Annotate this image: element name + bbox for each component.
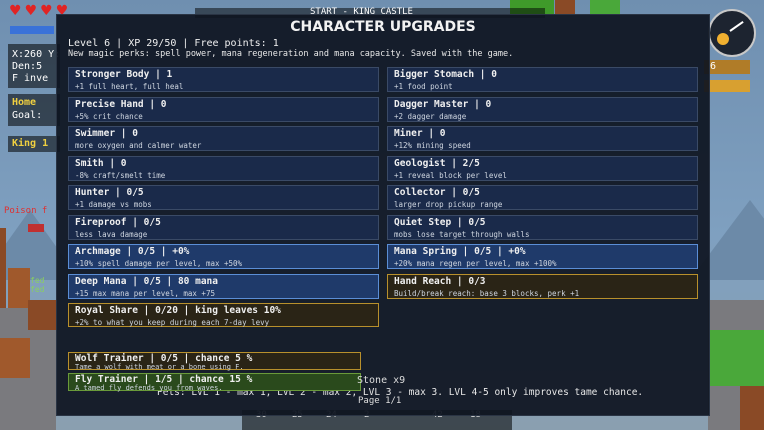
heart-icon: ♥	[40, 3, 53, 19]
upgrade-name: Fireproof | 0/5	[75, 216, 161, 228]
upgrade-name: Mana Spring | 0/5 | +0%	[394, 246, 526, 257]
dialog-title: CHARACTER UPGRADES	[290, 19, 476, 35]
upgrade-name: Archmage | 0/5 | +0%	[75, 246, 190, 257]
upgrade-name: Miner | 0	[394, 128, 446, 139]
upgrade-name: Precise Hand | 0	[75, 98, 167, 110]
dirt-block	[8, 268, 30, 308]
upgrade-card[interactable]: Collector | 0/5 larger drop pickup range	[387, 185, 698, 210]
upgrade-description: larger drop pickup range	[394, 200, 503, 209]
upgrade-description: A tamed fly defends you from waves.	[75, 384, 223, 392]
upgrade-description: -8% craft/smelt time	[75, 170, 166, 180]
pet-upgrade-card[interactable]: Wolf Trainer | 0/5 | chance 5 % Tame a wo…	[68, 352, 361, 371]
upgrade-card[interactable]: Hunter | 0/5 +1 damage vs mobs	[68, 185, 379, 210]
upgrade-card[interactable]: Quiet Step | 0/5 mobs lose target through…	[387, 214, 698, 240]
upgrade-name: Smith | 0	[75, 157, 127, 169]
upgrade-name: Hunter | 0/5	[75, 187, 144, 198]
upgrade-description: +1 food point	[394, 82, 453, 91]
dirt-block	[555, 0, 575, 14]
upgrade-card[interactable]: Hand Reach | 0/3 Build/break reach: base …	[387, 273, 698, 299]
poison-label: Poison f	[4, 206, 48, 216]
page-label: Page 1/1	[358, 396, 402, 406]
dirt-block	[740, 386, 764, 430]
item-tooltip: Stone x9	[357, 375, 406, 386]
upgrade-name: Swimmer | 0	[75, 128, 138, 139]
character-upgrades-dialog: CHARACTER UPGRADES Level 6 | XP 29/50 | …	[56, 14, 710, 416]
upgrade-name: Deep Mana | 0/5 | 80 mana	[75, 275, 218, 287]
upgrade-description: +10% spell damage per level, max +50%	[75, 259, 243, 268]
upgrade-card[interactable]: Stronger Body | 1 +1 full heart, full hea…	[68, 67, 379, 92]
fed-label: fed	[30, 276, 45, 285]
upgrade-card[interactable]: Miner | 0 +12% mining speed	[387, 126, 698, 151]
king-label: King 1	[12, 138, 49, 149]
heart-icon: ♥	[9, 3, 22, 19]
upgrade-card[interactable]: Precise Hand | 0 +5% crit chance	[68, 96, 379, 122]
upgrade-card[interactable]: Archmage | 0/5 | +0% +10% spell damage pe…	[68, 244, 379, 269]
mana-bar	[10, 26, 54, 34]
side-bar	[704, 80, 750, 92]
coords-readout: X:260 Y:	[12, 49, 61, 60]
den-readout: Den:5	[12, 61, 43, 72]
upgrade-card[interactable]: Smith | 0 -8% craft/smelt time	[68, 155, 379, 181]
leaf-block	[590, 0, 620, 14]
upgrade-description: +20% mana regen per level, max +100%	[394, 259, 557, 268]
upgrade-description: +15 max mana per level, max +75	[75, 288, 215, 298]
upgrade-description: Build/break reach: base 3 blocks, perk +…	[394, 288, 580, 298]
side-counter: 6	[704, 60, 750, 74]
home-label: Home	[12, 97, 37, 108]
upgrade-description: +2 dagger damage	[394, 111, 467, 121]
day-clock	[708, 9, 756, 57]
upgrade-name: Dagger Master | 0	[394, 98, 492, 110]
upgrade-description: +1 full heart, full heal	[75, 82, 184, 91]
pet-upgrade-card[interactable]: Fly Trainer | 1/5 | chance 15 % A tamed f…	[68, 373, 361, 392]
upgrade-card[interactable]: Deep Mana | 0/5 | 80 mana +15 max mana pe…	[68, 273, 379, 299]
upgrade-card[interactable]: Dagger Master | 0 +2 dagger damage	[387, 96, 698, 122]
upgrade-card[interactable]: Swimmer | 0 more oxygen and calmer water	[68, 126, 379, 151]
perk-note: New magic perks: spell power, mana regen…	[68, 49, 514, 59]
upgrade-card[interactable]: Bigger Stomach | 0 +1 food point	[387, 67, 698, 92]
upgrade-name: Hand Reach | 0/3	[394, 275, 486, 287]
goal-label: Goal:	[12, 110, 43, 121]
upgrade-name: Bigger Stomach | 0	[394, 69, 497, 80]
heart-icon: ♥	[24, 3, 38, 19]
upgrade-name: Royal Share | 0/20 | king leaves 10%	[75, 305, 281, 316]
upgrade-name: Stronger Body | 1	[75, 69, 173, 80]
upgrade-description: mobs lose target through walls	[394, 229, 530, 239]
upgrade-description: Tame a wolf with meat or a bone using F.	[75, 363, 244, 371]
leaf-block	[710, 330, 764, 386]
side-counter-value: 6	[710, 61, 717, 72]
mob-sprite	[28, 224, 44, 232]
upgrade-name: Quiet Step | 0/5	[394, 216, 486, 228]
upgrade-description: less lava damage	[75, 229, 148, 239]
upgrade-card[interactable]: Geologist | 2/5 +1 reveal block per level	[387, 155, 698, 181]
level-status: Level 6 | XP 29/50 | Free points: 1	[68, 38, 279, 49]
sun-icon	[717, 33, 729, 45]
upgrade-card[interactable]: Mana Spring | 0/5 | +0% +20% mana regen p…	[387, 244, 698, 269]
upgrade-description: +12% mining speed	[394, 141, 471, 150]
upgrade-description: +1 reveal block per level	[394, 170, 507, 180]
dirt-block	[28, 300, 56, 330]
fed-label: fed	[30, 285, 45, 294]
upgrade-description: more oxygen and calmer water	[75, 141, 202, 150]
upgrade-description: +2% to what you keep during each 7-day l…	[75, 318, 270, 327]
upgrade-card[interactable]: Royal Share | 0/20 | king leaves 10% +2% …	[68, 303, 379, 327]
upgrade-name: Geologist | 2/5	[394, 157, 480, 169]
upgrade-name: Collector | 0/5	[394, 187, 480, 198]
inventory-hint: F inve	[12, 73, 49, 84]
upgrade-description: +1 damage vs mobs	[75, 200, 152, 209]
upgrade-description: +5% crit chance	[75, 111, 143, 121]
upgrade-card[interactable]: Fireproof | 0/5 less lava damage	[68, 214, 379, 240]
dirt-block	[0, 338, 30, 378]
